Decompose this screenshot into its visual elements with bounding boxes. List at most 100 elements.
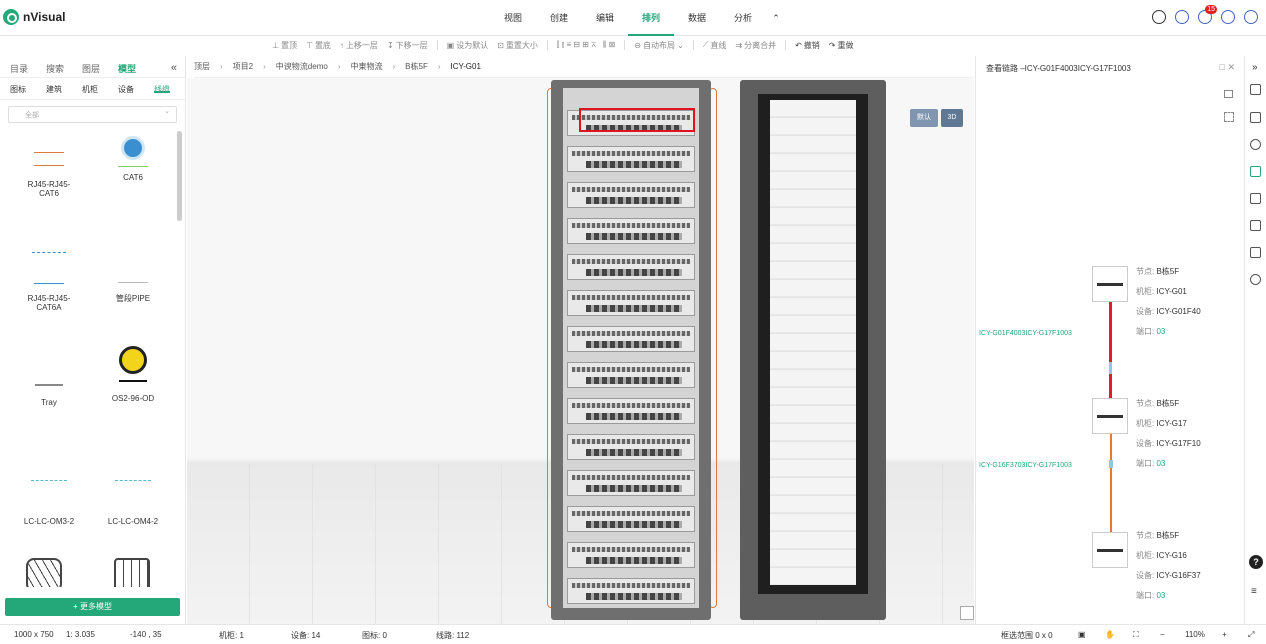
subtab-cabinets[interactable]: 机柜 [82,84,98,94]
model-item[interactable]: RJ45-RJ45-CAT6 [6,152,92,198]
reset-size-button[interactable]: ⊡ 重置大小 [497,40,538,51]
close-icon[interactable]: □ ✕ [1220,62,1235,73]
menu-edit[interactable]: 编辑 [582,0,628,36]
selected-device-highlight[interactable] [579,108,695,132]
tab-search[interactable]: 搜索 [46,62,64,77]
move-up-button[interactable]: ↑ 上移一层 [340,40,378,51]
bring-to-front-button[interactable]: ⊥ 置顶 [272,40,297,51]
fit-screen-icon[interactable]: ⤢ [1248,630,1254,640]
undo-button[interactable]: ↶ 撤销 [795,40,820,51]
link-node-device[interactable] [1092,266,1128,302]
user-icon[interactable] [1244,10,1258,24]
model-item[interactable]: CAT6 [90,136,176,182]
menu-analyze[interactable]: 分析 [720,0,766,36]
port-value[interactable]: 03 [1156,327,1165,336]
hand-icon[interactable]: ✋ [1105,630,1115,639]
breadcrumb-item[interactable]: 项目2 [233,61,253,72]
fan-icon[interactable] [1250,139,1261,150]
properties-icon[interactable] [1250,84,1261,95]
breadcrumb-item[interactable]: 中東物流 [350,61,382,72]
menu-arrange[interactable]: 排列 [628,0,674,36]
rack-device[interactable] [567,254,695,280]
snap-icon[interactable]: ▣ [1078,630,1086,639]
rack-device[interactable] [567,362,695,388]
subtab-devices[interactable]: 设备 [118,84,134,94]
share-icon[interactable] [1175,10,1189,24]
model-item[interactable]: OS2-96-OD [90,346,176,403]
grid-tray-icon[interactable] [110,548,154,587]
default-view-button[interactable]: 默认 [910,109,938,127]
link-label[interactable]: ICY-G01F4003ICY-G17F1003 [979,330,1072,337]
move-down-button[interactable]: ↧ 下移一层 [387,40,428,51]
collapse-panel-icon[interactable]: « [171,62,177,74]
menu-view[interactable]: 视图 [490,0,536,36]
print-icon[interactable] [1250,220,1261,231]
3d-view-button[interactable]: 3D [941,109,963,127]
rack-device[interactable] [567,146,695,172]
more-models-button[interactable]: + 更多模型 [5,598,180,616]
menu-data[interactable]: 数据 [674,0,720,36]
zoom-out-button[interactable]: − [1160,630,1165,639]
rack-device[interactable] [567,506,695,532]
model-item[interactable]: LC-LC-OM3-2 [6,480,92,526]
tab-models[interactable]: 模型 [118,62,136,77]
model-filter-select[interactable]: 全部 [8,106,177,123]
honeycomb-icon[interactable] [22,548,66,587]
tab-layers[interactable]: 图层 [82,62,100,77]
menu-collapse[interactable]: ⌃ [766,0,786,36]
model-item[interactable]: 管段PIPE [90,282,176,304]
rack-device[interactable] [567,326,695,352]
port-value[interactable]: 03 [1156,591,1165,600]
zoom-in-button[interactable]: + [1222,630,1227,639]
menu-create[interactable]: 创建 [536,0,582,36]
model-item[interactable]: LC-LC-OM4-2 [90,480,176,526]
rack-device[interactable] [567,542,695,568]
port-value[interactable]: 03 [1156,459,1165,468]
link-icon[interactable] [1250,166,1261,177]
rack-device[interactable] [567,578,695,604]
rack-canvas[interactable]: 默认 3D [187,78,974,624]
subtab-cables[interactable]: 线缆 [154,84,170,94]
settings-icon[interactable] [1221,10,1235,24]
breadcrumb-item[interactable]: 中谀物流demo [276,61,328,72]
model-item[interactable]: RJ45-RJ45-CAT6A [6,252,92,312]
link-label[interactable]: ICY-G16F3703ICY-G17F1003 [979,462,1072,469]
rack-front[interactable] [551,80,711,620]
help-icon[interactable]: ? [1249,555,1263,569]
link-node-device[interactable] [1092,532,1128,568]
rack-device[interactable] [567,434,695,460]
rack-device[interactable] [567,218,695,244]
attachment-icon[interactable] [1250,274,1261,285]
rack-device[interactable] [567,470,695,496]
auto-layout-button[interactable]: ⊖ 自动布局 ⌄ [634,40,683,51]
link-node-device[interactable] [1092,398,1128,434]
rack-device[interactable] [567,398,695,424]
search-icon[interactable] [1152,10,1166,24]
subtab-icons[interactable]: 图标 [10,84,26,94]
send-to-back-button[interactable]: ⊤ 置底 [306,40,331,51]
dashed-box-icon[interactable] [1224,112,1234,122]
notification-icon[interactable]: 15 [1198,5,1217,24]
set-default-button[interactable]: ▣ 设为默认 [447,40,489,51]
fullscreen-icon[interactable]: ⛶ [1133,630,1139,640]
rack-device[interactable] [567,182,695,208]
fit-view-icon[interactable] [960,606,974,620]
breadcrumb-item[interactable]: 顶层 [194,61,210,72]
tab-catalog[interactable]: 目录 [10,62,28,77]
document-icon[interactable] [1250,112,1261,123]
layout-icon[interactable] [1250,193,1261,204]
panel-scrollbar[interactable] [177,131,182,221]
expand-icon[interactable]: » [1252,62,1258,73]
zoom-level[interactable]: 110% [1185,630,1205,639]
subtab-buildings[interactable]: 建筑 [46,84,62,94]
redo-button[interactable]: ↷ 重做 [829,40,854,51]
align-icons[interactable]: ⫿ ⫾ ≡ ⊟ ⊞ ⊼ ⫼ ⊠ [557,40,615,50]
breadcrumb-item[interactable]: B栋5F [405,61,428,72]
lock-icon[interactable] [1224,90,1233,98]
monitor-icon[interactable] [1250,247,1261,258]
menu-icon[interactable]: ≡ [1251,586,1257,597]
split-merge-button[interactable]: ⇉ 分离合并 [735,40,776,51]
model-item[interactable]: Tray [6,384,92,407]
rack-rear[interactable] [740,80,886,620]
straight-line-button[interactable]: ⟋ 直线 [703,40,727,51]
